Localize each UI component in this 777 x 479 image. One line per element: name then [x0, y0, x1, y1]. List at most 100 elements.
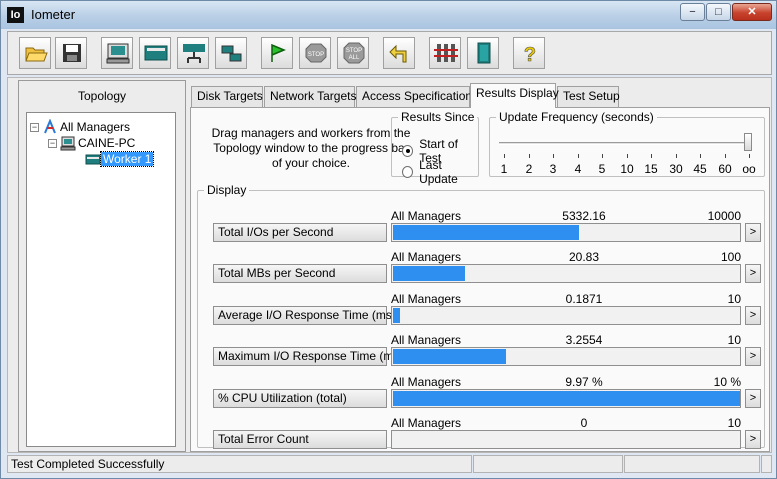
- title-bar[interactable]: Io Iometer − □ ✕: [1, 1, 776, 29]
- stop-all-icon: STOPALL: [343, 42, 365, 64]
- slider-tick-label: oo: [742, 162, 756, 176]
- help-icon: ?: [524, 44, 537, 64]
- metric-progress-bar[interactable]: [391, 223, 741, 242]
- display-group: Display All Managers 5332.16 10000 Total I/…: [197, 183, 765, 449]
- metric-progress-bar[interactable]: [391, 306, 741, 325]
- test-setup-button[interactable]: [429, 37, 461, 69]
- toolbar: STOP STOP ALL ?: [7, 31, 772, 75]
- metric-progress-fill: [393, 308, 400, 323]
- tab-test-setup[interactable]: Test Setup: [557, 86, 620, 107]
- metric-max: 100: [720, 250, 741, 264]
- tab-results-display[interactable]: Results Display: [470, 83, 559, 108]
- slider-tick-label: 45: [693, 162, 707, 176]
- slider-tick: [529, 154, 530, 158]
- save-icon: [63, 44, 81, 62]
- start-icon: [271, 43, 286, 62]
- new-network-worker-icon: [144, 45, 168, 61]
- tab-access-specifications[interactable]: Access Specifications: [356, 86, 478, 107]
- metric-progress-fill: [393, 349, 506, 364]
- metric-max: 10: [727, 292, 741, 306]
- metric-more-button[interactable]: >: [745, 347, 761, 366]
- radio-last-update[interactable]: Last Update: [402, 158, 478, 186]
- metric-max: 10000: [707, 209, 741, 223]
- help-button[interactable]: ?: [513, 37, 545, 69]
- close-button[interactable]: ✕: [732, 3, 772, 21]
- metric-select-button[interactable]: Average I/O Response Time (ms): [213, 306, 396, 325]
- status-pane-3: [624, 455, 760, 473]
- new-disk-worker-icon: [106, 43, 130, 64]
- metric-progress-bar[interactable]: [391, 264, 741, 283]
- tab-disk-targets[interactable]: Disk Targets: [191, 86, 263, 107]
- results-since-legend: Results Since: [401, 110, 475, 124]
- duplicate-worker-button[interactable]: [177, 37, 209, 69]
- new-network-worker-button[interactable]: [139, 37, 171, 69]
- tree-node-worker[interactable]: Worker 1: [85, 151, 155, 167]
- all-managers-icon: [44, 119, 56, 134]
- slider-tick: [578, 154, 579, 158]
- metric-more-button[interactable]: >: [745, 306, 761, 325]
- slider-tick-label: 1: [500, 162, 508, 176]
- metric-source-label: All Managers: [391, 209, 462, 223]
- collapse-icon[interactable]: −: [48, 138, 57, 148]
- metric-select-button[interactable]: % CPU Utilization (total): [213, 389, 387, 408]
- metric-max: 10: [727, 416, 741, 430]
- slider-tick: [725, 154, 726, 158]
- slider-tick: [504, 154, 505, 158]
- metric-select-button[interactable]: Total I/Os per Second: [213, 223, 387, 242]
- exit-button[interactable]: [467, 37, 499, 69]
- stop-label: STOP: [308, 52, 324, 58]
- drag-instructions: Drag managers and workers from the Topol…: [211, 126, 411, 170]
- stop-icon: STOP: [305, 43, 327, 63]
- update-frequency-legend: Update Frequency (seconds): [499, 110, 654, 124]
- new-disk-worker-button[interactable]: [101, 37, 133, 69]
- radio-button-selected[interactable]: [402, 145, 414, 157]
- topology-tree[interactable]: − All Managers − CAINE-PC Worker 1: [26, 112, 176, 447]
- metric-source-label: All Managers: [391, 250, 462, 264]
- tree-label-all-managers: All Managers: [60, 120, 131, 134]
- duplicate-worker-icon: [183, 44, 205, 63]
- update-frequency-slider-thumb[interactable]: [744, 133, 752, 151]
- metric-select-button[interactable]: Total MBs per Second: [213, 264, 387, 283]
- stop-all-button[interactable]: STOP ALL: [337, 37, 369, 69]
- metric-value: 0.1871: [565, 292, 603, 306]
- reset-workers-button[interactable]: [383, 37, 415, 69]
- metric-source-label: All Managers: [391, 416, 462, 430]
- slider-tick: [627, 154, 628, 158]
- tree-node-all-managers[interactable]: − All Managers: [30, 119, 132, 135]
- slider-tick-label: 30: [669, 162, 683, 176]
- slider-tick-label: 15: [644, 162, 658, 176]
- radio-button[interactable]: [402, 166, 414, 178]
- metric-more-button[interactable]: >: [745, 264, 761, 283]
- open-button[interactable]: [19, 37, 51, 69]
- start-button[interactable]: [261, 37, 293, 69]
- metric-more-button[interactable]: >: [745, 389, 761, 408]
- slider-tick: [700, 154, 701, 158]
- topology-panel: Topology − All Managers − CAINE-PC Worke…: [18, 80, 186, 452]
- metric-progress-bar[interactable]: [391, 430, 741, 449]
- update-frequency-slider-track[interactable]: [499, 142, 751, 145]
- metric-select-button[interactable]: Maximum I/O Response Time (ms): [213, 347, 403, 366]
- disk-worker-icon: [85, 154, 101, 165]
- metric-more-button[interactable]: >: [745, 430, 761, 449]
- metric-select-button[interactable]: Total Error Count: [213, 430, 387, 449]
- maximize-button[interactable]: □: [706, 3, 731, 21]
- tab-network-targets[interactable]: Network Targets: [264, 86, 356, 107]
- slider-tick-label: 60: [718, 162, 732, 176]
- stop-button[interactable]: STOP: [299, 37, 331, 69]
- tree-node-manager[interactable]: − CAINE-PC: [48, 135, 137, 151]
- metric-source-label: All Managers: [391, 292, 462, 306]
- minimize-button[interactable]: −: [680, 3, 705, 21]
- size-grip[interactable]: [761, 455, 772, 473]
- metric-more-button[interactable]: >: [745, 223, 761, 242]
- metric-progress-bar[interactable]: [391, 389, 741, 408]
- save-button[interactable]: [55, 37, 87, 69]
- disconnect-button[interactable]: [215, 37, 247, 69]
- app-icon: Io: [7, 7, 24, 23]
- collapse-icon[interactable]: −: [30, 122, 39, 132]
- slider-tick: [749, 154, 750, 158]
- metric-max: 10: [727, 333, 741, 347]
- metric-progress-bar[interactable]: [391, 347, 741, 366]
- display-legend: Display: [207, 183, 247, 197]
- tab-area: Disk Targets Network Targets Access Spec…: [190, 80, 770, 452]
- results-since-group: Results Since Start of Test Last Update: [391, 110, 479, 186]
